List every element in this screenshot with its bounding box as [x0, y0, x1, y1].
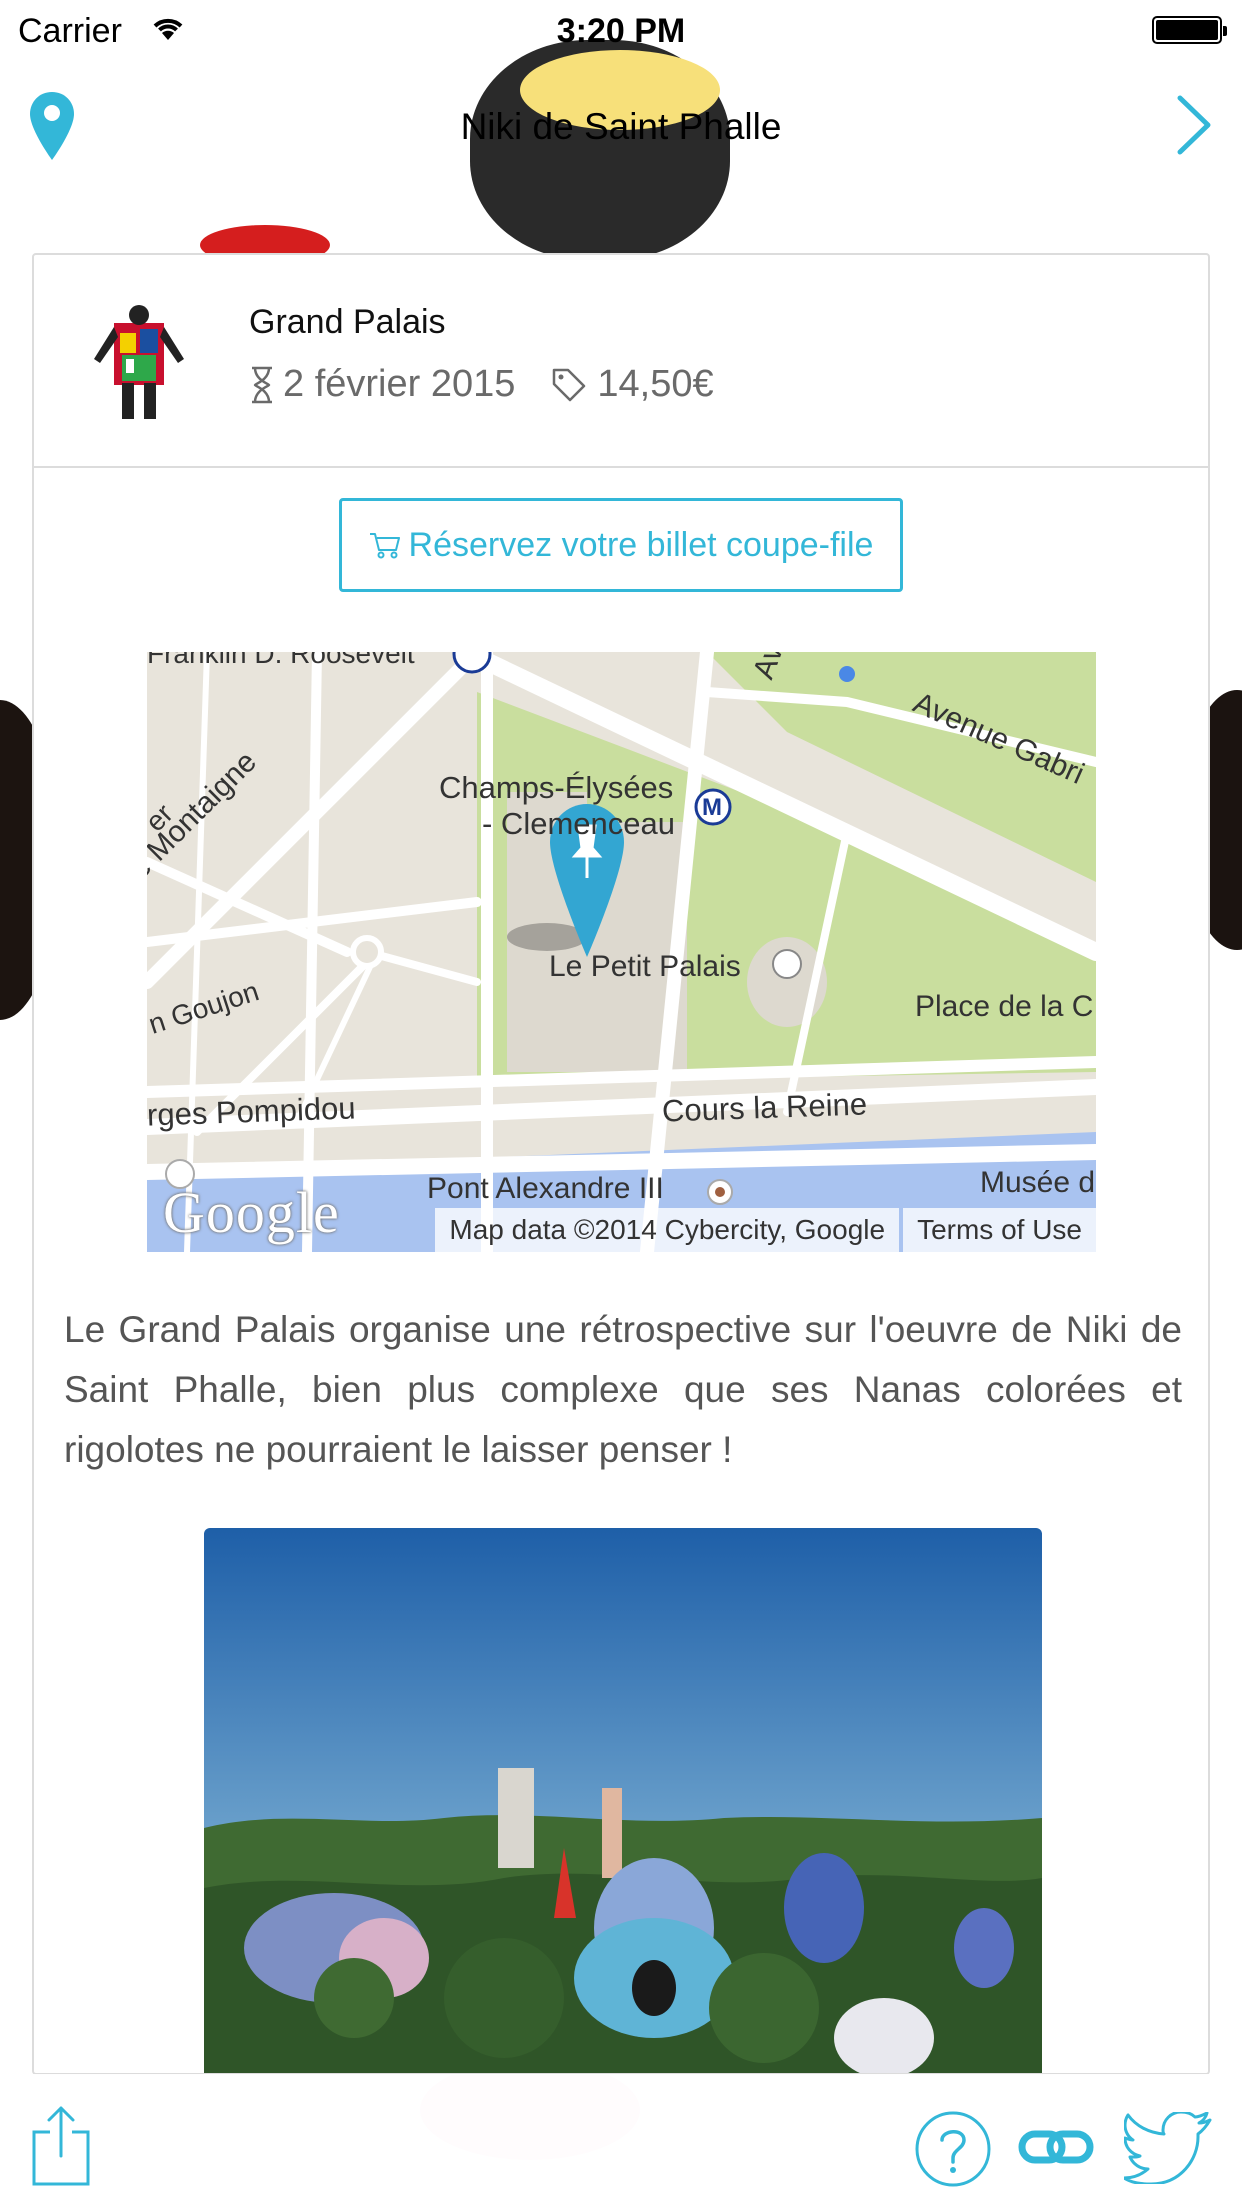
- map-label: Place de la C: [915, 990, 1094, 1023]
- navigation-bar: Niki de Saint Phalle: [0, 60, 1242, 190]
- event-header: Grand Palais 2 février 2015 14,50€: [34, 255, 1208, 468]
- event-price: 14,50€: [597, 363, 714, 405]
- help-icon[interactable]: [914, 2110, 992, 2188]
- hourglass-icon: [252, 366, 272, 403]
- event-meta: 2 février 2015 14,50€: [249, 363, 714, 406]
- map-label: rges Pompidou: [147, 1090, 357, 1133]
- google-logo: Google: [163, 1180, 340, 1245]
- map-label: Pont Alexandre III: [427, 1172, 664, 1205]
- book-ticket-button[interactable]: Réservez votre billet coupe-file: [339, 498, 903, 592]
- terms-of-use-link[interactable]: Terms of Use: [903, 1208, 1096, 1252]
- link-icon[interactable]: [1018, 2124, 1094, 2170]
- price-tag-icon: [553, 368, 586, 401]
- cta-container: Réservez votre billet coupe-file: [34, 498, 1208, 592]
- event-thumbnail: [94, 305, 184, 419]
- event-description: Le Grand Palais organise une rétrospecti…: [64, 1309, 1182, 1470]
- bottom-toolbar: [0, 2074, 1242, 2208]
- map-label: Champs-Élysées: [439, 770, 674, 805]
- chevron-right-icon[interactable]: [1174, 94, 1214, 156]
- map-label: - Clemenceau: [482, 806, 675, 841]
- location-map[interactable]: M Franklin D. Roosevelt er e Montaigne C…: [147, 652, 1096, 1252]
- event-card: Grand Palais 2 février 2015 14,50€ Réser…: [32, 253, 1210, 2075]
- event-end-date: 2 février 2015: [283, 363, 516, 405]
- venue-name: Grand Palais: [249, 303, 446, 341]
- tarot-garden-image: [204, 1528, 1042, 2073]
- map-label: Musée d: [980, 1166, 1096, 1199]
- map-label: Le Petit Palais: [549, 950, 741, 983]
- book-ticket-label: Réservez votre billet coupe-file: [408, 525, 874, 564]
- map-attribution: Map data ©2014 Cybercity, Google Terms o…: [431, 1208, 1096, 1252]
- clock: 3:20 PM: [556, 12, 686, 50]
- battery-icon: [1152, 16, 1227, 44]
- share-icon[interactable]: [30, 2104, 92, 2188]
- map-data-credit: Map data ©2014 Cybercity, Google: [435, 1208, 900, 1252]
- cart-icon: [369, 533, 400, 559]
- twitter-icon[interactable]: [1124, 2112, 1212, 2184]
- page-title: Niki de Saint Phalle: [460, 106, 782, 147]
- map-label: Franklin D. Roosevelt: [147, 652, 415, 669]
- svg-text:M: M: [702, 794, 722, 821]
- map-label: Cours la Reine: [661, 1086, 868, 1129]
- artwork-photo: [204, 1528, 1042, 2073]
- status-bar: Carrier 3:20 PM: [0, 0, 1242, 60]
